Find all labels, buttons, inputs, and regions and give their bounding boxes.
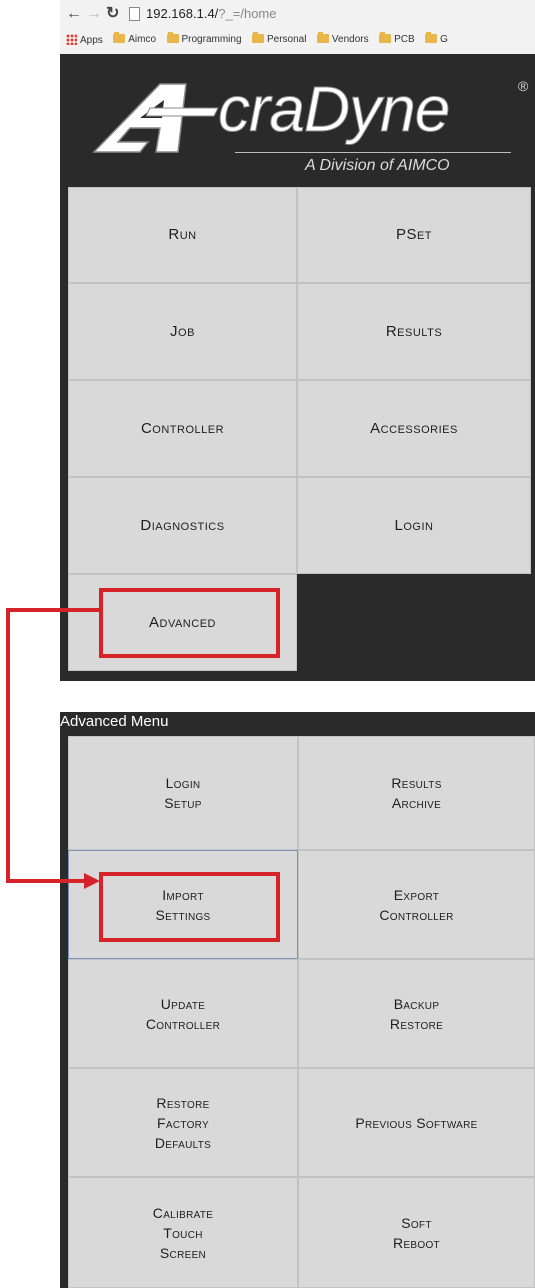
tile-label-line: Export xyxy=(393,886,440,903)
diagnostics-label: Diagnostics xyxy=(140,516,225,534)
update-controller-button[interactable]: Update Controller xyxy=(68,959,298,1068)
tile-label-line: Update xyxy=(160,995,206,1012)
bookmarks-bar: Apps Aimco Programming Personal Vendors … xyxy=(60,28,535,55)
diagnostics-button[interactable]: Diagnostics xyxy=(68,477,297,574)
folder-icon xyxy=(113,32,126,43)
job-button[interactable]: Job xyxy=(68,283,297,380)
tile-label-line: Touch xyxy=(163,1224,203,1241)
bookmark-folder[interactable]: Aimco xyxy=(113,32,156,45)
logo-subtitle: A Division of AIMCO xyxy=(305,157,450,174)
acradyne-a-mark-icon xyxy=(92,83,219,153)
acradyne-logo: craDyne ® A Division of AIMCO xyxy=(60,54,535,182)
folder-icon xyxy=(379,32,392,43)
tile-label-line: Backup xyxy=(393,995,440,1012)
pset-label: PSet xyxy=(395,226,433,243)
folder-icon xyxy=(251,32,264,43)
logo-brand-text: craDyne xyxy=(217,73,450,146)
tile-label-line: Import xyxy=(162,886,204,903)
tile-label-line: Defaults xyxy=(154,1134,212,1151)
tile-label-line: Settings xyxy=(155,906,211,923)
calibrate-touch-screen-button[interactable]: Calibrate Touch Screen xyxy=(68,1177,298,1288)
tile-label-line: Soft xyxy=(401,1214,432,1231)
login-button[interactable]: Login xyxy=(297,477,531,574)
back-arrow-icon[interactable]: ← xyxy=(66,5,82,23)
bookmark-folder[interactable]: Programming xyxy=(166,32,242,45)
advanced-label: Advanced xyxy=(149,613,216,631)
controller-button[interactable]: Controller xyxy=(68,380,297,477)
bookmark-folder[interactable]: G xyxy=(425,32,448,45)
tile-label-line: Calibrate xyxy=(152,1204,214,1221)
restore-factory-defaults-button[interactable]: Restore Factory Defaults xyxy=(68,1068,298,1177)
login-label: Login xyxy=(394,516,434,534)
results-label: Results xyxy=(385,322,443,340)
folder-icon xyxy=(316,32,329,43)
results-button[interactable]: Results xyxy=(297,283,531,380)
apps-grid-icon xyxy=(66,34,77,45)
run-label: Run xyxy=(168,226,197,243)
logo-divider xyxy=(235,152,511,153)
tile-label-line: Factory xyxy=(157,1114,209,1131)
job-label: Job xyxy=(170,322,195,340)
connector-arrow-icon xyxy=(6,608,101,889)
bookmark-folder[interactable]: PCB xyxy=(379,32,415,45)
reload-icon[interactable]: ↻ xyxy=(106,5,119,23)
tile-label-line: Reboot xyxy=(393,1234,440,1251)
soft-reboot-button[interactable]: Soft Reboot xyxy=(298,1177,535,1288)
bookmark-folder[interactable]: Personal xyxy=(251,32,306,45)
tile-label-line: Previous Software xyxy=(355,1114,478,1131)
run-button[interactable]: Run xyxy=(68,187,297,283)
tile-label-line: Restore xyxy=(389,1015,444,1032)
export-controller-button[interactable]: Export Controller xyxy=(298,850,535,959)
results-archive-button[interactable]: Results Archive xyxy=(298,736,535,850)
tile-label-line: Controller xyxy=(145,1015,221,1032)
backup-restore-button[interactable]: Backup Restore xyxy=(298,959,535,1068)
bookmark-folder[interactable]: Vendors xyxy=(316,32,369,45)
controller-label: Controller xyxy=(140,419,225,437)
bookmark-apps[interactable]: Apps xyxy=(66,34,103,46)
tile-label-line: Screen xyxy=(159,1244,207,1261)
tile-label-line: Restore xyxy=(156,1094,210,1111)
url-field[interactable]: 192.168.1.4/?_=/home xyxy=(146,6,276,21)
tile-label-line: Controller xyxy=(379,906,454,923)
tile-label-line: Results xyxy=(391,775,442,791)
address-bar: ← → ↻ 192.168.1.4/?_=/home xyxy=(60,0,535,29)
tile-label-line: Archive xyxy=(391,795,442,811)
forward-arrow-icon[interactable]: → xyxy=(86,5,102,23)
folder-icon xyxy=(166,32,179,43)
accessories-button[interactable]: Accessories xyxy=(297,380,531,477)
tile-label-line: Setup xyxy=(164,795,202,811)
advanced-menu-panel: Advanced Menu Login Setup Results Archiv… xyxy=(60,712,535,1288)
tile-label-line: Login xyxy=(165,775,201,791)
url-path: ?_=/home xyxy=(218,6,277,21)
pset-button[interactable]: PSet xyxy=(297,187,531,283)
home-panel: craDyne ® A Division of AIMCO Run PSet J… xyxy=(60,54,535,681)
page-icon xyxy=(129,7,140,21)
previous-software-button[interactable]: Previous Software xyxy=(298,1068,535,1177)
folder-icon xyxy=(425,32,438,43)
accessories-label: Accessories xyxy=(370,419,458,437)
url-host: 192.168.1.4/ xyxy=(146,6,219,21)
registered-mark: ® xyxy=(518,78,529,94)
